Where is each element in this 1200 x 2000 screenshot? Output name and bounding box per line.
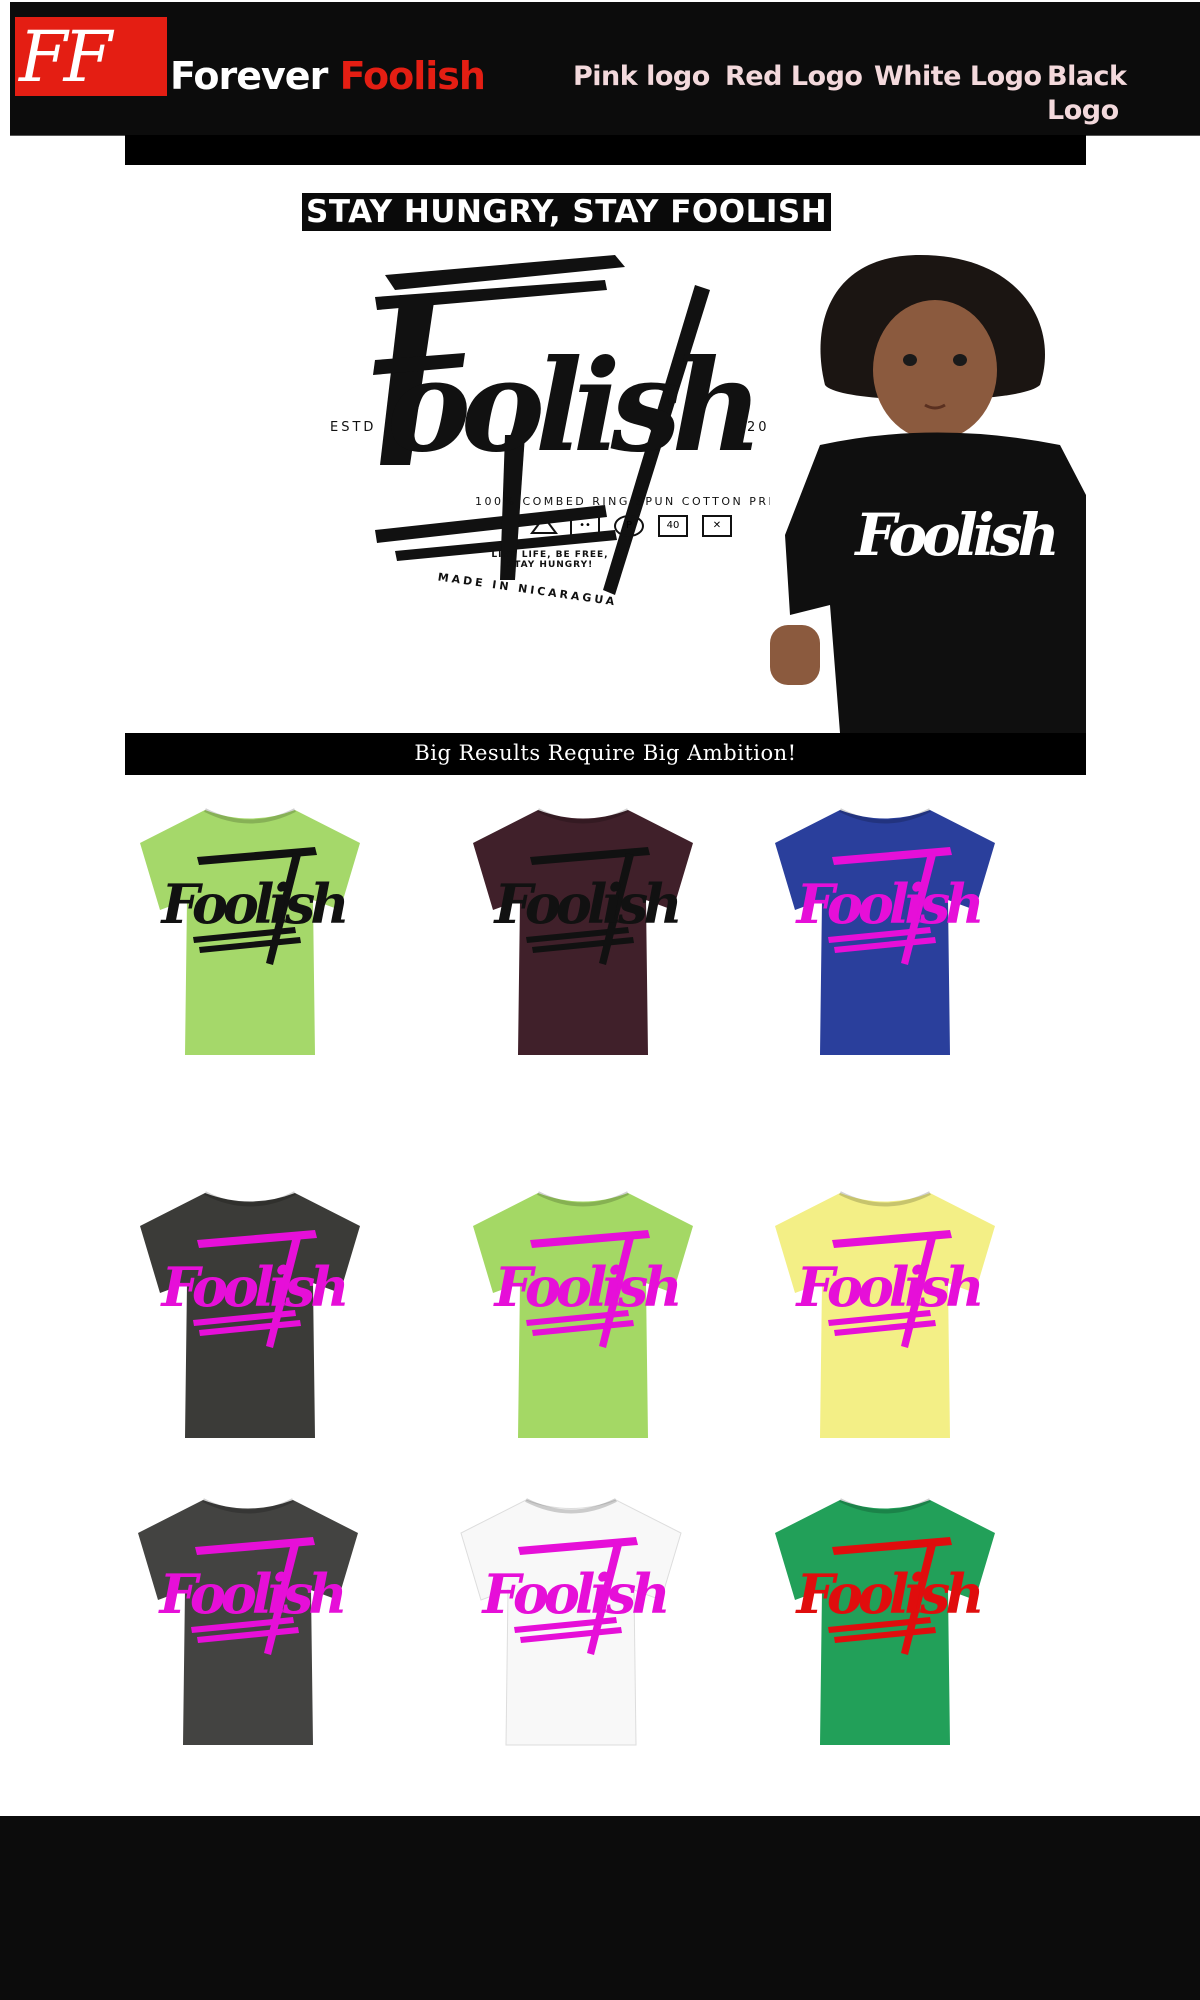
svg-text:Foolish: Foolish [492, 1255, 678, 1319]
product-tshirt[interactable]: Foolish [133, 1495, 363, 1747]
hero-top-bar [125, 135, 1086, 165]
svg-text:Foolish: Foolish [492, 872, 678, 936]
svg-text:Foolish: Foolish [159, 1255, 345, 1319]
wash-40-icon: 40 [658, 515, 688, 537]
care-icons: •• P 40 ✕ [530, 515, 732, 537]
site-header: FF Forever Foolish Pink logo Red Logo Wh… [10, 2, 1200, 136]
iron-icon: ✕ [702, 515, 732, 537]
product-tshirt[interactable]: Foolish [770, 1495, 1000, 1747]
bleach-icon [530, 515, 558, 534]
svg-text:oolish: oolish [387, 332, 753, 480]
nav-black-logo[interactable]: Black Logo [1047, 60, 1200, 128]
nav-red-logo[interactable]: Red Logo [725, 60, 863, 94]
brand-logo[interactable]: FF [15, 17, 167, 96]
site-footer [0, 1816, 1200, 2000]
nav-pink-logo[interactable]: Pink logo [573, 60, 710, 94]
product-tshirt[interactable]: Foolish [456, 1495, 686, 1747]
brand-name-second: Foolish [339, 54, 486, 98]
brand-name-first: Forever [170, 54, 328, 98]
product-tshirt[interactable]: Foolish [468, 805, 698, 1057]
product-tshirt[interactable]: Foolish [770, 805, 1000, 1057]
dry-clean-icon: P [614, 515, 644, 537]
hero-headline: STAY HUNGRY, STAY FOOLISH [302, 193, 832, 231]
svg-text:Foolish: Foolish [159, 872, 345, 936]
logo-initials: FF [19, 16, 112, 98]
svg-text:Foolish: Foolish [794, 1562, 980, 1626]
hero-bottom-bar: Big Results Require Big Ambition! [125, 733, 1086, 775]
svg-text:Foolish: Foolish [853, 501, 1055, 569]
hero-tagline: LIVE LIFE, BE FREE, STAY HUNGRY! [491, 550, 609, 570]
product-tshirt[interactable]: Foolish [135, 1188, 365, 1440]
tumble-dry-icon: •• [570, 515, 600, 537]
hero-banner-text: Big Results Require Big Ambition! [414, 741, 797, 765]
hero-estd-label: ESTD [330, 420, 377, 435]
svg-text:Foolish: Foolish [794, 872, 980, 936]
product-tshirt[interactable]: Foolish [468, 1188, 698, 1440]
hero-banner: STAY HUNGRY, STAY FOOLISH oolish ESTD 20… [125, 165, 1086, 733]
svg-text:Foolish: Foolish [480, 1562, 666, 1626]
product-tshirt[interactable]: Foolish [770, 1188, 1000, 1440]
nav-white-logo[interactable]: White Logo [874, 60, 1042, 94]
brand-name[interactable]: Forever Foolish [170, 54, 486, 98]
svg-text:Foolish: Foolish [157, 1562, 343, 1626]
product-tshirt[interactable]: Foolish [135, 805, 365, 1057]
svg-text:Foolish: Foolish [794, 1255, 980, 1319]
kid-model-photo: Foolish [770, 235, 1086, 733]
